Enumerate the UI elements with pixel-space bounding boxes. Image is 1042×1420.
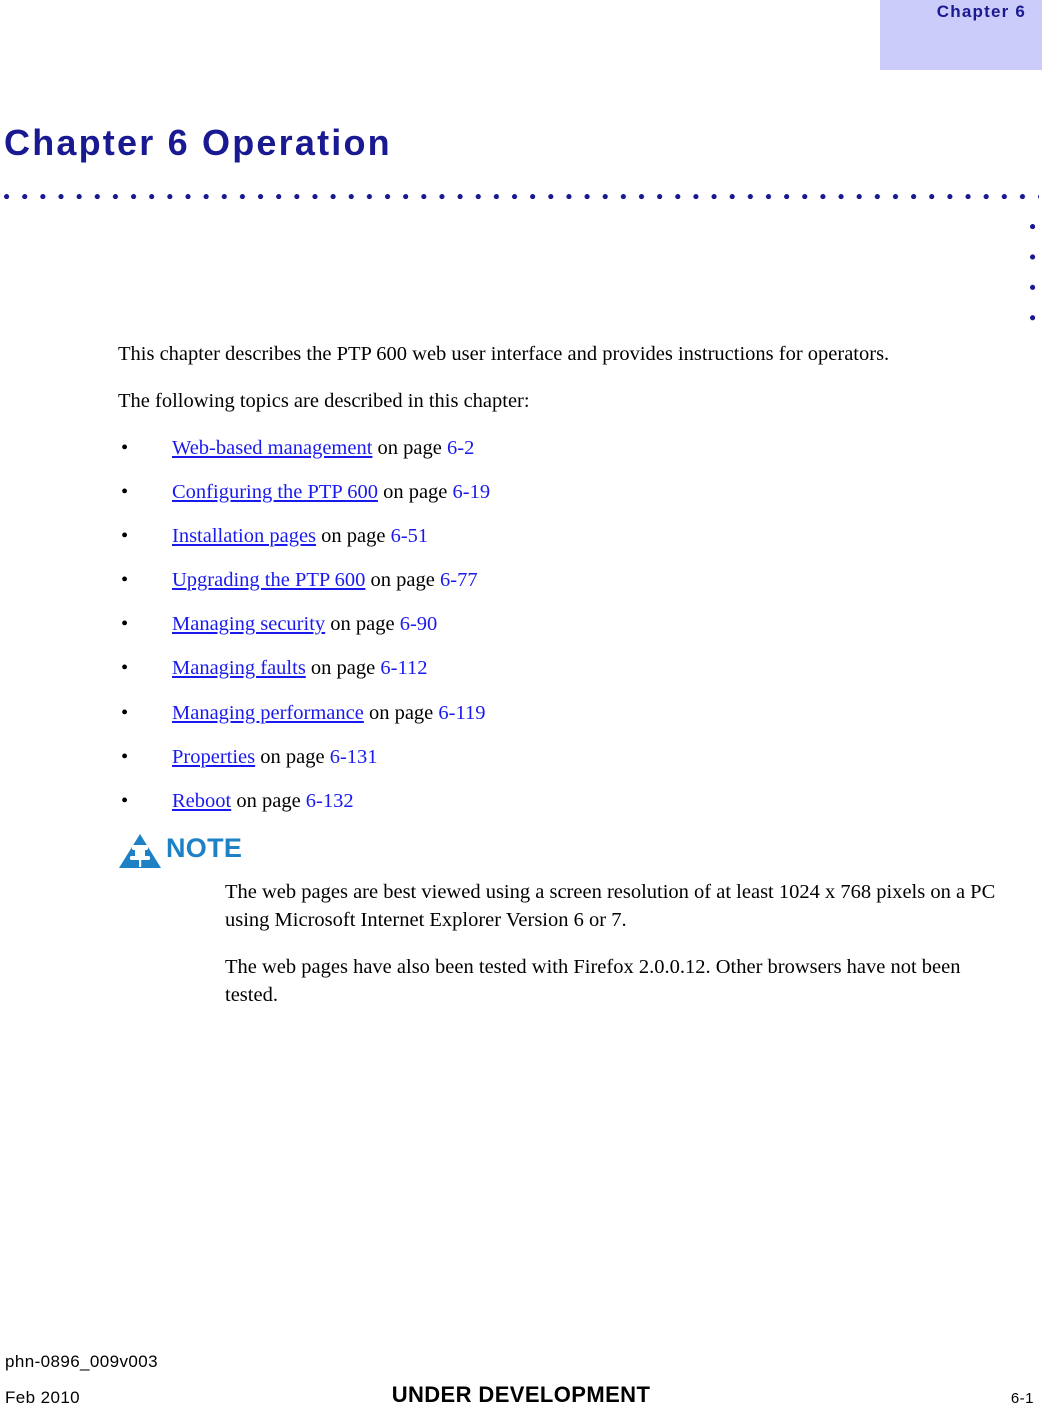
note-admonition-header: NOTE	[118, 832, 1018, 872]
running-header-chapter-label: Chapter 6	[936, 2, 1026, 21]
topic-page-number[interactable]: 6-119	[438, 702, 485, 724]
bullet-icon: •	[121, 569, 129, 592]
topic-page-number[interactable]: 6-131	[330, 746, 378, 768]
bullet-icon: •	[121, 524, 129, 547]
topic-link[interactable]: Upgrading the PTP 600	[172, 569, 365, 591]
topic-onpage-text: on page	[363, 701, 439, 724]
topic-link[interactable]: Installation pages	[172, 525, 316, 547]
footer-document-id: phn-0896_009v003	[5, 1352, 158, 1371]
topic-onpage-text: on page	[365, 569, 440, 592]
topic-page-number[interactable]: 6-132	[306, 790, 354, 812]
topic-onpage-text: on page	[372, 436, 447, 459]
note-paragraph-1: The web pages are best viewed using a sc…	[225, 881, 996, 932]
topic-link[interactable]: Reboot	[172, 790, 231, 812]
topic-onpage-text: on page	[316, 524, 391, 547]
list-item[interactable]: • Managing security on page 6-90	[118, 611, 1018, 639]
list-item[interactable]: • Properties on page 6-131	[118, 744, 1018, 772]
intro-paragraph-2: The following topics are described in th…	[118, 390, 530, 413]
topic-page-number[interactable]: 6-77	[440, 569, 478, 591]
topic-page-number[interactable]: 6-112	[380, 657, 427, 679]
list-item[interactable]: • Installation pages on page 6-51	[118, 523, 1018, 551]
bullet-icon: •	[121, 480, 129, 503]
topic-onpage-text: on page	[325, 613, 400, 636]
horizontal-dotted-rule	[4, 194, 1039, 200]
page-title: Chapter 6 Operation	[4, 122, 392, 163]
bullet-icon: •	[121, 613, 129, 636]
intro-paragraph-1: This chapter describes the PTP 600 web u…	[118, 343, 890, 365]
footer-status-text: UNDER DEVELOPMENT	[391, 1382, 651, 1407]
topic-page-number[interactable]: 6-90	[400, 613, 438, 635]
topic-page-number[interactable]: 6-2	[447, 437, 474, 459]
topic-page-number[interactable]: 6-19	[453, 481, 491, 503]
list-item[interactable]: • Reboot on page 6-132	[118, 788, 1018, 816]
page-footer: phn-0896_009v003 Feb 2010 UNDER DEVELOPM…	[0, 1350, 1042, 1420]
bullet-icon: •	[121, 701, 129, 724]
note-triangle-pushpin-icon	[118, 832, 162, 870]
list-item[interactable]: • Web-based management on page 6-2	[118, 435, 1018, 463]
note-label: NOTE	[166, 833, 243, 864]
topic-link[interactable]: Properties	[172, 746, 255, 768]
list-item[interactable]: • Managing performance on page 6-119	[118, 700, 1018, 728]
bullet-icon: •	[121, 657, 129, 680]
topic-link[interactable]: Managing security	[172, 613, 325, 635]
vertical-dotted-rule	[1030, 224, 1036, 324]
topic-link[interactable]: Managing performance	[172, 702, 364, 724]
list-item[interactable]: • Managing faults on page 6-112	[118, 655, 1018, 683]
note-body: The web pages are best viewed using a sc…	[118, 878, 1018, 1009]
chapter-content: This chapter describes the PTP 600 web u…	[118, 340, 1018, 1027]
topic-list: • Web-based management on page 6-2 • Con…	[118, 435, 1018, 816]
bullet-icon: •	[121, 436, 129, 459]
list-item[interactable]: • Configuring the PTP 600 on page 6-19	[118, 479, 1018, 507]
note-paragraph-2: The web pages have also been tested with…	[225, 955, 961, 1006]
topic-page-number[interactable]: 6-51	[391, 525, 429, 547]
topic-onpage-text: on page	[305, 657, 381, 680]
bullet-icon: •	[121, 745, 129, 768]
topic-onpage-text: on page	[255, 745, 330, 768]
list-item[interactable]: • Upgrading the PTP 600 on page 6-77	[118, 567, 1018, 595]
topic-link[interactable]: Configuring the PTP 600	[172, 481, 378, 503]
topic-link[interactable]: Managing faults	[172, 657, 306, 679]
footer-page-number: 6-1	[1010, 1390, 1034, 1407]
topic-onpage-text: on page	[377, 480, 453, 503]
topic-link[interactable]: Web-based management	[172, 437, 372, 459]
bullet-icon: •	[121, 789, 129, 812]
running-header-box: Chapter 6	[880, 0, 1042, 70]
topic-onpage-text: on page	[231, 789, 306, 812]
